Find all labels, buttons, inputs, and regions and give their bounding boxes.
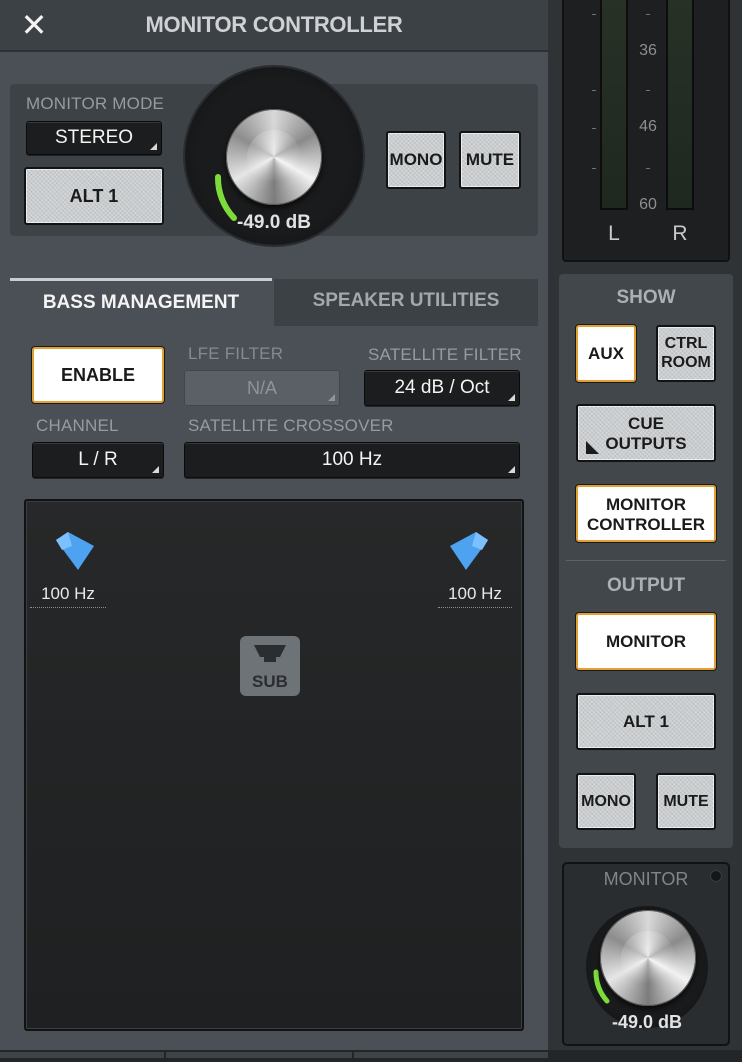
output-mono-button[interactable]: MONO bbox=[576, 773, 636, 830]
output-monitor-button[interactable]: MONITOR bbox=[576, 613, 716, 670]
monitor-knob[interactable] bbox=[600, 910, 696, 1006]
window-title: MONITOR CONTROLLER bbox=[145, 12, 403, 37]
meter-bar-right bbox=[666, 0, 694, 210]
satellite-crossover-label: SATELLITE CROSSOVER bbox=[188, 416, 394, 435]
meter-bar-left bbox=[600, 0, 628, 210]
monitor-controller-line1: MONITOR bbox=[606, 495, 686, 514]
subwoofer-neck bbox=[264, 657, 276, 662]
lfe-filter-label: LFE FILTER bbox=[188, 344, 284, 363]
expand-triangle-icon bbox=[586, 441, 599, 454]
satellite-filter-value: 24 dB / Oct bbox=[394, 377, 490, 398]
output-alt-1-button[interactable]: ALT 1 bbox=[576, 693, 716, 750]
volume-knob[interactable] bbox=[226, 109, 322, 205]
meter-tick bbox=[592, 128, 596, 129]
monitor-mode-select[interactable]: STEREO bbox=[26, 121, 162, 155]
bottom-strip-segment bbox=[354, 1052, 548, 1058]
cue-line1: CUE bbox=[628, 414, 664, 433]
speaker-layout-area bbox=[24, 499, 524, 1031]
meter-label-right: R bbox=[672, 222, 688, 245]
monitor-mode-value: STEREO bbox=[54, 127, 134, 148]
monitor-controller-panel: ✕ MONITOR CONTROLLER MONITOR MODE STEREO… bbox=[0, 0, 548, 1062]
bottom-strip-segment bbox=[0, 1052, 164, 1058]
title-bar: ✕ MONITOR CONTROLLER bbox=[0, 0, 548, 52]
monitor-controller-button[interactable]: MONITOR CONTROLLER bbox=[576, 485, 716, 542]
meter-tick bbox=[646, 14, 650, 15]
monitor-knob-label: MONITOR bbox=[603, 869, 689, 889]
meter-scale-60: 60 bbox=[639, 196, 657, 213]
meter-scale-36: 36 bbox=[639, 42, 657, 59]
alt-1-button[interactable]: ALT 1 bbox=[24, 167, 164, 225]
tab-bass-management[interactable]: BASS MANAGEMENT bbox=[10, 278, 272, 328]
subwoofer-label: SUB bbox=[252, 672, 288, 691]
ctrl-room-line2: ROOM bbox=[661, 354, 711, 371]
tab-speaker-utilities[interactable]: SPEAKER UTILITIES bbox=[274, 279, 538, 327]
meter-tick bbox=[646, 168, 650, 169]
dropdown-corner-icon bbox=[150, 143, 157, 150]
aux-button[interactable]: AUX bbox=[576, 325, 636, 382]
satellite-crossover-select[interactable]: 100 Hz bbox=[184, 442, 520, 478]
level-meter: 36 46 60 L R bbox=[562, 0, 730, 262]
lfe-filter-value: N/A bbox=[246, 378, 277, 398]
left-speaker-freq[interactable]: 100 Hz bbox=[30, 584, 106, 608]
meter-tick bbox=[592, 90, 596, 91]
show-label: SHOW bbox=[616, 287, 676, 308]
left-speaker-icon[interactable] bbox=[52, 530, 96, 574]
right-speaker-icon[interactable] bbox=[448, 530, 492, 574]
enable-button[interactable]: ENABLE bbox=[32, 347, 164, 403]
bottom-strip bbox=[0, 1050, 742, 1062]
meter-scale-46: 46 bbox=[639, 118, 657, 135]
subwoofer-icon[interactable]: SUB bbox=[240, 636, 300, 696]
dropdown-corner-icon bbox=[508, 466, 515, 473]
mute-button[interactable]: MUTE bbox=[459, 131, 521, 189]
satellite-filter-label: SATELLITE FILTER bbox=[368, 345, 522, 364]
lfe-filter-select[interactable]: N/A bbox=[184, 370, 340, 406]
channel-select[interactable]: L / R bbox=[32, 442, 164, 478]
right-speaker-freq[interactable]: 100 Hz bbox=[438, 584, 512, 608]
meter-tick bbox=[646, 90, 650, 91]
section-divider bbox=[566, 560, 726, 561]
subwoofer-cone bbox=[254, 645, 286, 657]
meter-tick bbox=[592, 14, 596, 15]
output-mute-button[interactable]: MUTE bbox=[656, 773, 716, 830]
meter-tick bbox=[592, 168, 596, 169]
ctrl-room-line1: CTRL bbox=[664, 335, 708, 352]
bottom-strip-segment bbox=[166, 1052, 352, 1058]
channel-label: CHANNEL bbox=[36, 416, 119, 435]
meter-label-left: L bbox=[608, 222, 620, 245]
satellite-filter-select[interactable]: 24 dB / Oct bbox=[364, 370, 520, 406]
dropdown-corner-icon bbox=[328, 394, 335, 401]
channel-value: L / R bbox=[78, 449, 118, 470]
volume-knob-value: -49.0 dB bbox=[237, 212, 311, 233]
monitor-mode-label: MONITOR MODE bbox=[26, 94, 165, 113]
dropdown-corner-icon bbox=[152, 466, 159, 473]
output-label: OUTPUT bbox=[606, 575, 686, 596]
cue-outputs-button[interactable]: CUE OUTPUTS bbox=[576, 404, 716, 462]
satellite-crossover-value: 100 Hz bbox=[321, 449, 383, 470]
dropdown-corner-icon bbox=[508, 394, 515, 401]
ctrl-room-button[interactable]: CTRL ROOM bbox=[656, 325, 716, 382]
monitor-knob-value: -49.0 dB bbox=[611, 1012, 683, 1032]
monitor-controller-line2: CONTROLLER bbox=[586, 515, 706, 534]
mono-button[interactable]: MONO bbox=[386, 131, 446, 189]
